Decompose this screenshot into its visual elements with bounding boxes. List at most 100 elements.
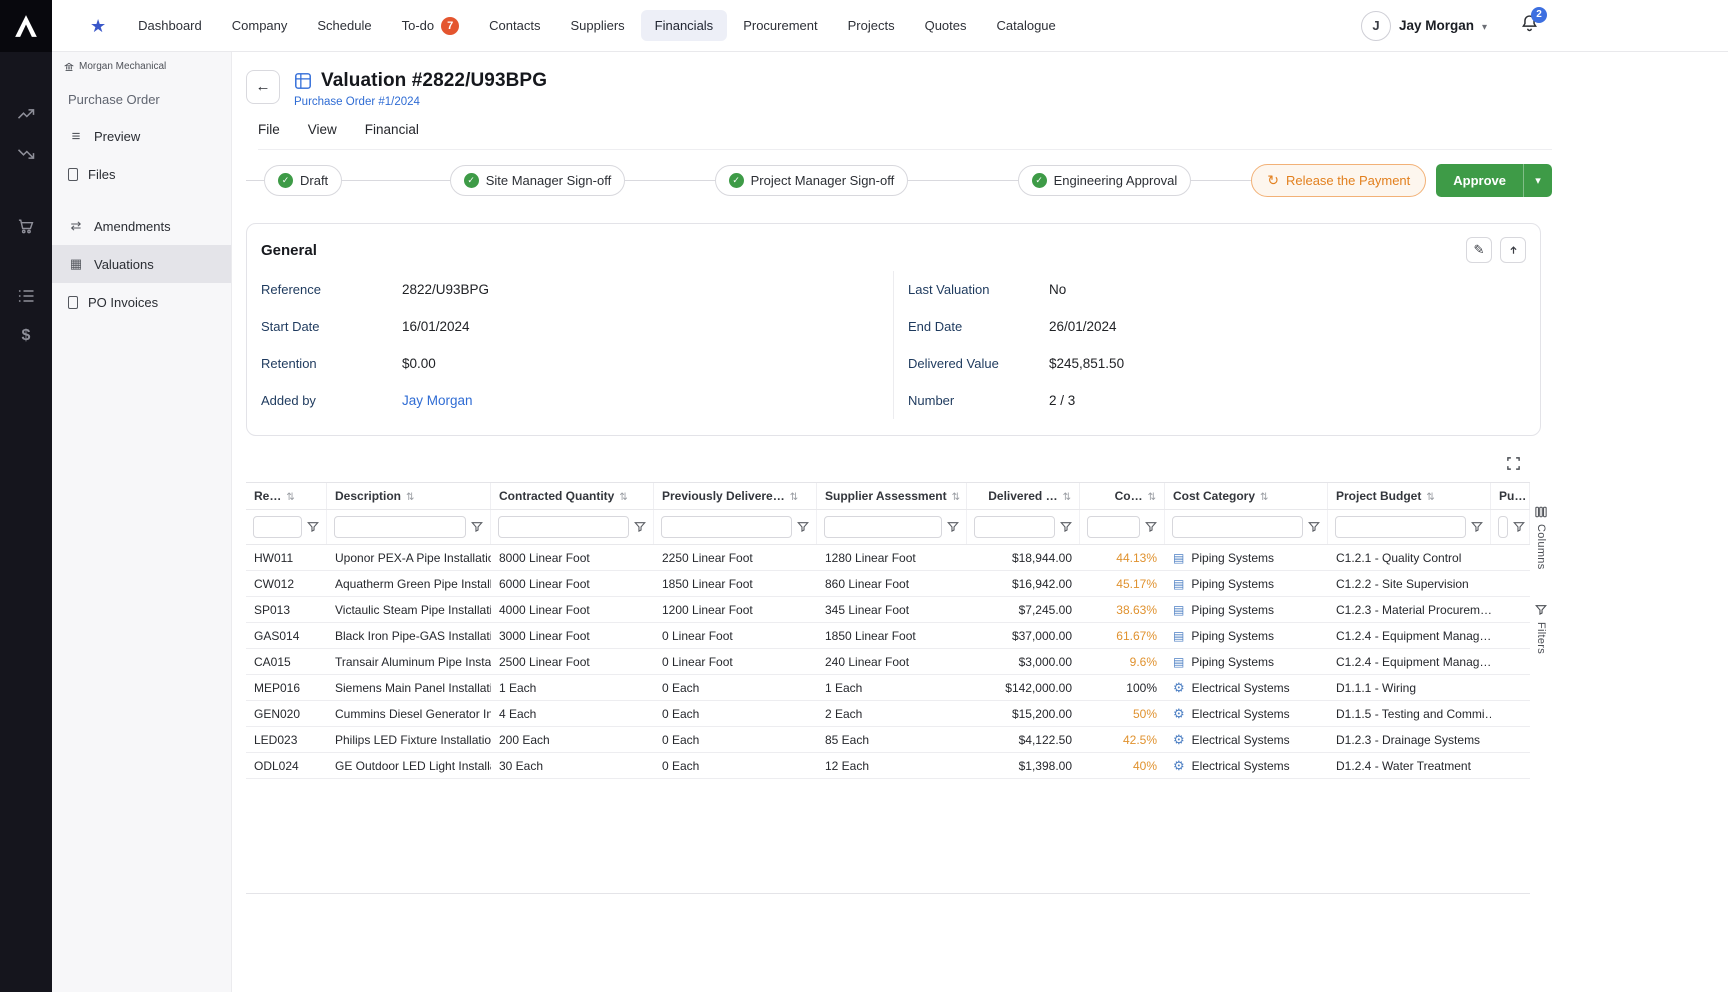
sidebar-item[interactable]: Files	[52, 155, 231, 193]
table-row[interactable]: CW012 Aquatherm Green Pipe Installati 60…	[246, 571, 1530, 597]
filter-funnel-icon[interactable]	[1308, 521, 1320, 533]
trending-down-icon[interactable]	[14, 142, 38, 166]
column-header[interactable]: Co…	[1080, 483, 1165, 509]
column-header[interactable]: Contracted Quantity	[491, 483, 654, 509]
filter-input[interactable]	[253, 516, 302, 538]
back-button[interactable]	[246, 70, 280, 104]
notifications-button[interactable]: 2	[1519, 13, 1540, 39]
filter-funnel-icon[interactable]	[1471, 521, 1483, 533]
finance-icon[interactable]: $	[14, 324, 38, 348]
filter-input[interactable]	[661, 516, 792, 538]
layers-icon	[1173, 656, 1184, 668]
sidebar-item[interactable]: PO Invoices	[52, 283, 231, 321]
nav-item[interactable]: Suppliers	[556, 10, 638, 41]
purchase-order-link[interactable]: Purchase Order #1/2024	[294, 96, 547, 108]
table-row[interactable]: GEN020 Cummins Diesel Generator Insta 4 …	[246, 701, 1530, 727]
menu-item[interactable]: Financial	[365, 122, 419, 137]
column-header[interactable]: Delivered …	[967, 483, 1080, 509]
filter-funnel-icon[interactable]	[797, 521, 809, 533]
sidebar-item[interactable]: Valuations	[52, 245, 231, 283]
table-row[interactable]: GAS014 Black Iron Pipe-GAS Installation …	[246, 623, 1530, 649]
filter-funnel-icon[interactable]	[307, 521, 319, 533]
sort-icon	[619, 489, 627, 503]
filter-input[interactable]	[974, 516, 1055, 538]
cost-category-label: Piping Systems	[1191, 603, 1274, 617]
cell-project-budget: C1.2.4 - Equipment Manag…	[1328, 655, 1491, 669]
workflow-step[interactable]: Draft	[264, 165, 342, 196]
filter-funnel-icon[interactable]	[634, 521, 646, 533]
column-header[interactable]: Re…	[246, 483, 327, 509]
column-header[interactable]: Cost Category	[1165, 483, 1328, 509]
filter-funnel-icon[interactable]	[1513, 521, 1525, 533]
cell-completion-percent: 61.67%	[1080, 629, 1165, 643]
table-row[interactable]: HW011 Uponor PEX-A Pipe Installation ( 8…	[246, 545, 1530, 571]
filter-funnel-icon[interactable]	[1060, 521, 1072, 533]
field-value[interactable]: Jay Morgan	[402, 393, 473, 408]
filter-funnel-icon[interactable]	[1145, 521, 1157, 533]
user-menu[interactable]: J Jay Morgan	[1361, 11, 1487, 41]
field-value: No	[1049, 282, 1066, 297]
filters-tab[interactable]: Filters	[1535, 604, 1547, 654]
approve-split-button[interactable]: Approve	[1436, 164, 1552, 197]
filter-input[interactable]	[1172, 516, 1303, 538]
menu-item[interactable]: File	[258, 122, 280, 137]
nav-item[interactable]: Dashboard	[124, 10, 216, 41]
workflow-step[interactable]: Site Manager Sign-off	[450, 165, 626, 196]
filter-input[interactable]	[824, 516, 942, 538]
nav-item[interactable]: Quotes	[911, 10, 981, 41]
column-header[interactable]: Project Budget	[1328, 483, 1491, 509]
sidebar-item[interactable]: Amendments	[52, 207, 231, 245]
workflow-step[interactable]: Project Manager Sign-off	[715, 165, 909, 196]
list-icon[interactable]	[14, 284, 38, 308]
collapse-button[interactable]	[1500, 237, 1526, 263]
column-header[interactable]: Supplier Assessment	[817, 483, 967, 509]
table-row[interactable]: ODL024 GE Outdoor LED Light Installatic …	[246, 753, 1530, 779]
menu-item[interactable]: View	[308, 122, 337, 137]
filter-input[interactable]	[334, 516, 466, 538]
nav-item[interactable]: Company	[218, 10, 302, 41]
check-circle-icon	[464, 173, 479, 188]
edit-button[interactable]	[1466, 237, 1492, 263]
filter-input[interactable]	[1498, 516, 1508, 538]
nav-item[interactable]: Schedule	[303, 10, 385, 41]
favorites-star-icon[interactable]	[90, 17, 106, 35]
cell-project-budget: D1.2.3 - Drainage Systems	[1328, 733, 1491, 747]
nav-item[interactable]: Catalogue	[983, 10, 1070, 41]
check-circle-icon	[278, 173, 293, 188]
nav-item[interactable]: Projects	[834, 10, 909, 41]
cell-supplier-assessment: 240 Linear Foot	[817, 655, 967, 669]
cell-cost-category: Electrical Systems	[1165, 681, 1328, 695]
release-payment-button[interactable]: Release the Payment	[1251, 164, 1426, 197]
filter-input[interactable]	[1335, 516, 1466, 538]
sidebar-item[interactable]: Preview	[52, 117, 231, 155]
approve-button[interactable]: Approve	[1436, 164, 1523, 197]
column-header-label: Co…	[1115, 489, 1143, 503]
filter-input[interactable]	[498, 516, 629, 538]
column-header[interactable]: Previously Delivere…	[654, 483, 817, 509]
fullscreen-button[interactable]	[1502, 452, 1524, 474]
filter-input[interactable]	[1087, 516, 1140, 538]
filter-cell	[817, 510, 967, 544]
table-row[interactable]: CA015 Transair Aluminum Pipe Installa 25…	[246, 649, 1530, 675]
nav-item[interactable]: To-do 7	[388, 9, 474, 43]
workflow-step[interactable]: Engineering Approval	[1018, 165, 1192, 196]
nav-item[interactable]: Financials	[641, 10, 728, 41]
trending-up-icon[interactable]	[14, 102, 38, 126]
filters-tab-label: Filters	[1535, 622, 1547, 654]
app-logo[interactable]	[0, 0, 52, 52]
approve-dropdown-caret[interactable]	[1523, 164, 1552, 197]
nav-item[interactable]: Contacts	[475, 10, 554, 41]
cell-previously-delivered: 0 Each	[654, 759, 817, 773]
table-row[interactable]: SP013 Victaulic Steam Pipe Installatior …	[246, 597, 1530, 623]
columns-tab[interactable]: Columns	[1535, 506, 1547, 570]
cell-delivered-value: $18,944.00	[967, 551, 1080, 565]
nav-item[interactable]: Procurement	[729, 10, 831, 41]
column-header[interactable]: Description	[327, 483, 491, 509]
cell-supplier-assessment: 1 Each	[817, 681, 967, 695]
column-header[interactable]: Pu…	[1491, 483, 1530, 509]
table-row[interactable]: LED023 Philips LED Fixture Installation …	[246, 727, 1530, 753]
cart-icon[interactable]	[14, 214, 38, 238]
table-row[interactable]: MEP016 Siemens Main Panel Installation 1…	[246, 675, 1530, 701]
filter-funnel-icon[interactable]	[471, 521, 483, 533]
filter-funnel-icon[interactable]	[947, 521, 959, 533]
